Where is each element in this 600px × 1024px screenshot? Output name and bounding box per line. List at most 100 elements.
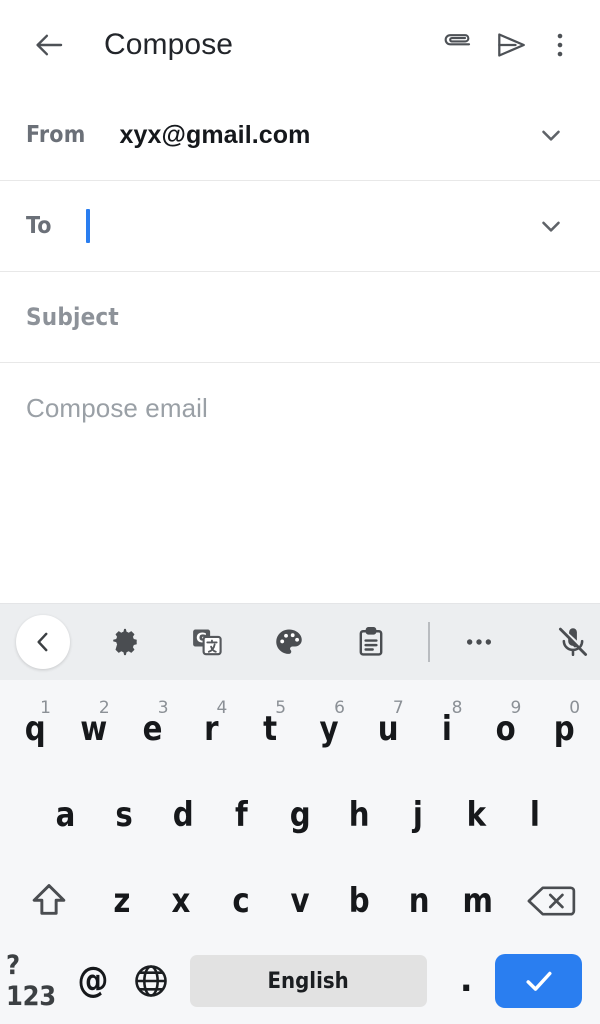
keyboard-translate-button[interactable]: G [180,615,234,669]
key-v[interactable]: v [270,858,329,944]
key-m[interactable]: m [448,858,507,944]
key-label: @ [77,960,109,1001]
google-translate-icon: G [190,625,224,659]
key-a[interactable]: a [36,772,95,858]
key-q[interactable]: q1 [6,686,65,772]
key-label: i [441,709,452,749]
more-horizontal-icon [462,625,496,659]
key-u[interactable]: u7 [359,686,418,772]
chevron-down-icon [536,211,566,241]
key-period[interactable]: . [437,944,495,1018]
globe-language-icon [131,961,171,1001]
key-backspace[interactable] [508,858,594,944]
key-label: f [234,795,248,835]
key-language-switch[interactable] [122,944,180,1018]
keyboard-row-1: q1 w2 e3 r4 t5 y6 u7 i8 o9 p0 [0,686,600,772]
mic-off-icon [555,624,591,660]
from-value-wrap[interactable]: xyx@gmail.com [119,90,528,180]
to-label: To [26,213,52,239]
key-i[interactable]: i8 [418,686,477,772]
key-label: ?123 [6,950,56,1012]
key-number-hint: 6 [334,698,345,718]
key-z[interactable]: z [92,858,151,944]
key-label: j [412,795,423,835]
key-number-hint: 9 [510,698,522,718]
clipboard-icon [354,625,388,659]
subject-field-row[interactable]: Subject [0,272,600,363]
from-label: From [26,122,86,148]
keyboard-keys: q1 w2 e3 r4 t5 y6 u7 i8 o9 p0 a s d f g … [0,680,600,1024]
key-f[interactable]: f [212,772,271,858]
key-label: s [115,795,133,835]
from-field-row[interactable]: From xyx@gmail.com [0,90,600,181]
key-enter[interactable] [495,954,583,1008]
send-icon [493,27,529,63]
key-symbols[interactable]: ?123 [6,944,64,1018]
keyboard-row-3: z x c v b n m [0,858,600,944]
chevron-down-icon [536,120,566,150]
key-x[interactable]: x [152,858,211,944]
key-label: v [290,881,310,921]
keyboard-theme-button[interactable] [262,615,316,669]
to-input[interactable] [85,181,528,271]
key-g[interactable]: g [271,772,330,858]
key-label: h [348,795,370,835]
key-e[interactable]: e3 [124,686,183,772]
theme-palette-icon [272,625,306,659]
key-h[interactable]: h [329,772,388,858]
key-y[interactable]: y6 [300,686,359,772]
compose-body-placeholder: Compose email [26,393,208,423]
send-button[interactable] [484,18,538,72]
key-shift[interactable] [6,858,92,944]
key-label: m [462,881,494,921]
key-w[interactable]: w2 [65,686,124,772]
key-d[interactable]: d [153,772,212,858]
key-number-hint: 7 [392,698,404,718]
key-t[interactable]: t5 [241,686,300,772]
attach-button[interactable] [430,18,484,72]
key-o[interactable]: o9 [476,686,535,772]
compose-body-input[interactable]: Compose email [0,363,600,604]
key-c[interactable]: c [211,858,270,944]
key-space[interactable]: English [189,955,428,1007]
key-label: b [348,881,370,921]
page-title: Compose [104,28,234,61]
keyboard-toolbar-back-button[interactable] [16,615,70,669]
shift-arrow-up-icon [27,879,71,923]
key-r[interactable]: r4 [182,686,241,772]
key-label: d [172,795,194,835]
overflow-menu-button[interactable] [538,18,582,72]
back-button[interactable] [26,22,72,68]
key-b[interactable]: b [330,858,389,944]
key-number-hint: 2 [98,698,110,718]
to-field-row[interactable]: To [0,181,600,272]
key-label: g [289,795,311,835]
keyboard-toolbar-divider [428,622,430,662]
back-chevron-icon [30,629,56,655]
key-label: x [171,881,191,921]
keyboard-row-2: a s d f g h j k l [0,772,600,858]
key-p[interactable]: p0 [535,686,594,772]
key-k[interactable]: k [447,772,506,858]
from-dropdown-button[interactable] [528,112,574,158]
key-at-sign[interactable]: @ [64,944,122,1018]
space-language-label: English [267,968,350,994]
app-bar: Compose [0,0,600,90]
keyboard-voice-button[interactable] [546,615,600,669]
key-label: . [459,960,473,1001]
key-label: k [466,795,486,835]
key-j[interactable]: j [388,772,447,858]
key-label: z [113,881,131,921]
keyboard-more-button[interactable] [452,615,506,669]
keyboard-clipboard-button[interactable] [344,615,398,669]
check-icon [521,963,557,999]
key-number-hint: 3 [157,698,169,718]
from-value: xyx@gmail.com [119,120,311,149]
key-n[interactable]: n [389,858,448,944]
keyboard-settings-button[interactable] [98,615,152,669]
key-l[interactable]: l [505,772,564,858]
key-label: n [408,881,430,921]
to-dropdown-button[interactable] [528,203,574,249]
key-s[interactable]: s [95,772,154,858]
key-number-hint: 4 [216,698,228,718]
